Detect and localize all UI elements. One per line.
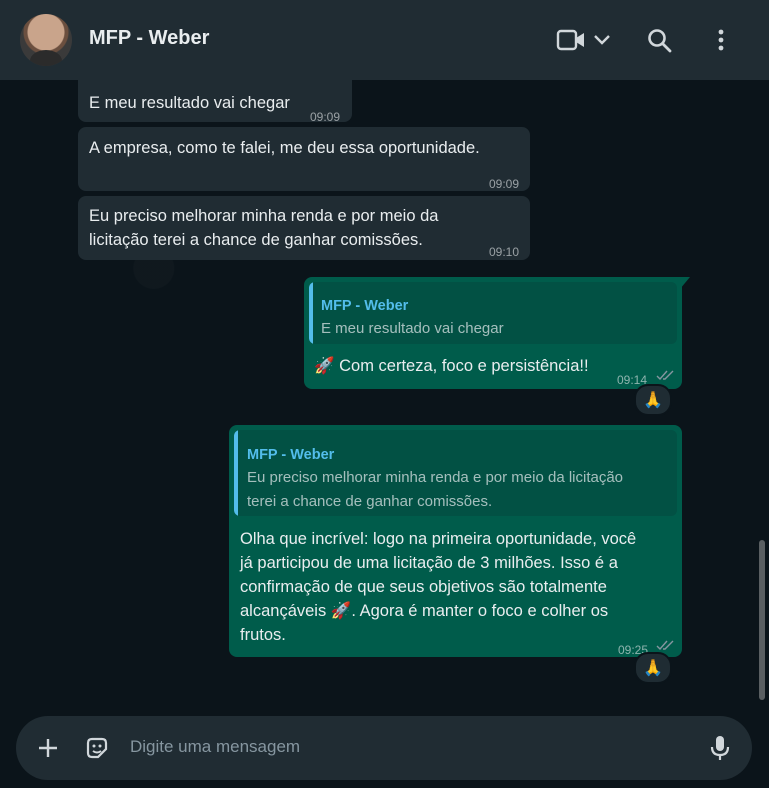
read-receipt-icon (656, 640, 674, 651)
chevron-down-icon[interactable] (592, 33, 612, 52)
reaction-badge[interactable]: 🙏 (634, 384, 672, 416)
message-composer: Digite uma mensagem (16, 716, 752, 780)
quote-text-line: terei a chance de ganhar comissões. (247, 493, 493, 510)
video-call-icon[interactable] (556, 28, 586, 57)
quote-text: E meu resultado vai chegar (321, 320, 504, 337)
message-incoming[interactable]: Eu preciso melhorar minha renda e por me… (78, 196, 530, 260)
avatar[interactable] (20, 14, 72, 66)
quote-author: MFP - Weber (321, 298, 409, 314)
message-text: 🚀 Com certeza, foco e persistência!! (314, 357, 589, 375)
microphone-icon[interactable] (710, 734, 730, 767)
chat-header: MFP - Weber (0, 0, 769, 80)
message-text-line: alcançáveis 🚀. Agora é manter o foco e c… (240, 602, 609, 620)
contact-name[interactable]: MFP - Weber (89, 27, 209, 50)
bubble-tail (680, 277, 690, 289)
reaction-emoji: 🙏 (643, 392, 663, 409)
plus-icon[interactable] (36, 736, 60, 765)
menu-icon[interactable] (717, 28, 725, 57)
search-icon[interactable] (647, 28, 673, 59)
message-time: 09:10 (489, 245, 520, 259)
message-text: A empresa, como te falei, me deu essa op… (89, 139, 480, 157)
message-outgoing[interactable]: MFP - Weber E meu resultado vai chegar 🚀… (304, 277, 682, 389)
message-text-line: licitação terei a chance de ganhar comis… (89, 231, 423, 249)
message-incoming[interactable]: A empresa, como te falei, me deu essa op… (78, 127, 530, 191)
chat-area[interactable]: E meu resultado vai chegar 09:09 A empre… (0, 80, 769, 708)
quoted-message[interactable]: MFP - Weber Eu preciso melhorar minha re… (234, 430, 677, 516)
message-text-line: confirmação de que seus objetivos são to… (240, 578, 607, 596)
quote-text-line: Eu preciso melhorar minha renda e por me… (247, 469, 624, 486)
message-time: 09:09 (489, 177, 520, 191)
message-text-line: já participou de uma licitação de 3 milh… (240, 554, 618, 572)
quote-accent-bar (309, 282, 313, 344)
scrollbar[interactable] (759, 540, 765, 700)
message-time: 09:09 (310, 110, 341, 124)
message-text-line: Olha que incrível: logo na primeira opor… (240, 530, 637, 548)
reaction-badge[interactable]: 🙏 (634, 652, 672, 684)
quoted-message[interactable]: MFP - Weber E meu resultado vai chegar (309, 282, 677, 344)
message-outgoing[interactable]: MFP - Weber Eu preciso melhorar minha re… (229, 425, 682, 657)
message-text-line: Eu preciso melhorar minha renda e por me… (89, 207, 439, 225)
quote-author: MFP - Weber (247, 447, 335, 463)
message-text-line: frutos. (240, 626, 286, 644)
reaction-emoji: 🙏 (643, 660, 663, 677)
sticker-icon[interactable] (84, 735, 110, 766)
message-input[interactable]: Digite uma mensagem (130, 737, 300, 757)
quote-accent-bar (234, 430, 238, 516)
read-receipt-icon (656, 370, 674, 381)
message-incoming[interactable]: E meu resultado vai chegar 09:09 (78, 80, 352, 124)
message-text: E meu resultado vai chegar (89, 94, 290, 112)
